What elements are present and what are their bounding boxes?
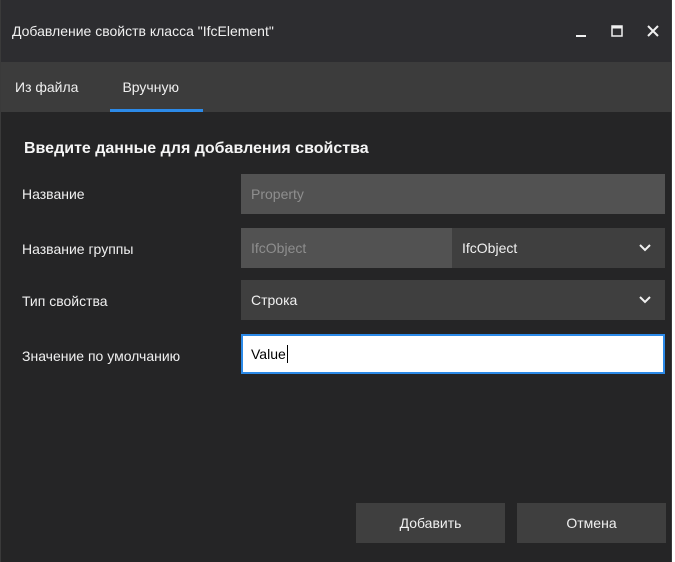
tab-from-file[interactable]: Из файла: [1, 62, 102, 112]
minimize-icon: [576, 35, 586, 37]
tab-manual[interactable]: Вручную: [102, 62, 203, 112]
add-button-label: Добавить: [399, 515, 462, 531]
name-field-value: Property: [251, 186, 304, 202]
minimize-button[interactable]: [563, 13, 599, 49]
chevron-down-icon: [625, 280, 665, 320]
dialog-window: Добавление свойств класса "IfcElement" И…: [0, 0, 672, 562]
chevron-down-icon: [625, 228, 665, 268]
tab-manual-label: Вручную: [122, 79, 179, 95]
tab-bar: Из файла Вручную: [1, 62, 671, 112]
add-button[interactable]: Добавить: [356, 503, 505, 543]
default-value-input[interactable]: Value: [241, 334, 665, 374]
text-caret: [286, 345, 288, 363]
group-label: Название группы: [22, 241, 134, 257]
section-title: Введите данные для добавления свойства: [24, 140, 369, 157]
type-label: Тип свойства: [22, 293, 108, 309]
name-field: Property: [241, 174, 665, 214]
default-value-text: Value: [251, 346, 286, 362]
name-label: Название: [22, 186, 85, 202]
window-title: Добавление свойств класса "IfcElement": [12, 23, 274, 39]
group-name-field-value: IfcObject: [251, 240, 307, 256]
maximize-button[interactable]: [599, 13, 635, 49]
close-icon: [647, 25, 659, 37]
type-select[interactable]: Строка: [241, 280, 665, 320]
type-select-value: Строка: [251, 292, 298, 308]
cancel-button-label: Отмена: [566, 515, 617, 531]
tab-from-file-label: Из файла: [15, 79, 79, 95]
group-select-value: IfcObject: [462, 240, 518, 256]
title-bar[interactable]: Добавление свойств класса "IfcElement": [1, 0, 671, 62]
maximize-icon: [611, 25, 623, 37]
default-value-label: Значение по умолчанию: [22, 348, 181, 364]
cancel-button[interactable]: Отмена: [517, 503, 666, 543]
group-select[interactable]: IfcObject: [452, 228, 665, 268]
close-button[interactable]: [635, 13, 671, 49]
group-name-field: IfcObject: [241, 228, 452, 268]
